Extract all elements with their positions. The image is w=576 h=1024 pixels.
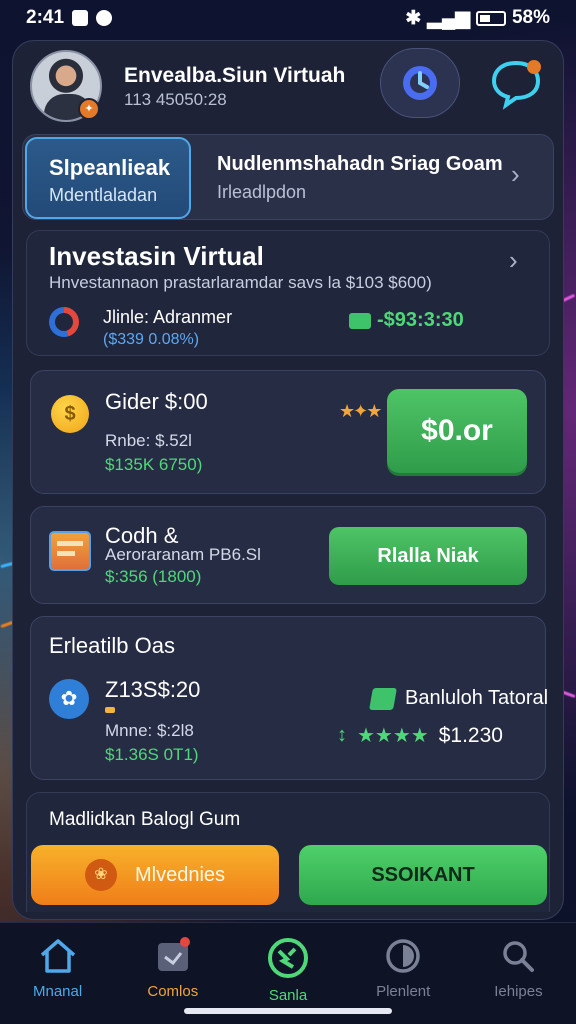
nav-label: Plenlent xyxy=(376,983,431,1000)
cash-description: Aeroraranam PB6.Sl xyxy=(105,545,261,564)
bottom-title: Madlidkan Balogl Gum xyxy=(49,809,241,830)
refresh-icon xyxy=(268,938,308,978)
header: ✦ Envealba.Siun Virtuah 113 45050:28 xyxy=(30,46,548,126)
bluetooth-icon: ✱ xyxy=(405,7,422,29)
nav-label: Iehipes xyxy=(494,983,543,1000)
total-label-text: Banluloh Tatoral xyxy=(405,687,549,709)
summary-value: $1.36S 0T1) xyxy=(105,745,199,764)
tab-bar: Slpeanlieak Mdentlaladan Nudlenmshahadn … xyxy=(22,134,554,220)
timer-icon xyxy=(386,939,420,973)
asset-gain: -$93:3:30 xyxy=(349,309,464,332)
bottom-section: Madlidkan Balogl Gum ❀ Mlvednies SSOIKAN… xyxy=(26,792,550,912)
action-button[interactable]: Rlalla Niak xyxy=(329,527,527,585)
user-name: Envealba.Siun Virtuah xyxy=(124,64,346,87)
cash-value: $:356 (1800) xyxy=(105,567,202,586)
nav-item-search[interactable]: Iehipes xyxy=(461,923,576,1024)
battery-level: 58% xyxy=(511,7,550,28)
tab-active[interactable]: Slpeanlieak Mdentlaladan xyxy=(25,137,191,219)
total-label: Banluloh Tatoral xyxy=(369,687,549,710)
tab-subtitle: Mdentlaladan xyxy=(49,185,158,205)
paw-icon: ❀ xyxy=(84,859,117,891)
summary-amount: Z13S$:20 xyxy=(105,677,201,702)
investment-description: Hnvestannaon prastarlaramdar savs la $10… xyxy=(49,273,432,292)
status-time: 2:41 xyxy=(26,7,65,28)
nav-label: Comlos xyxy=(147,983,199,1000)
summary-title: Erleatilb Oas xyxy=(49,633,175,658)
offer-card: $ Gider $:00 Rnbe: $.52l $135K 6750) ★✦★… xyxy=(30,370,546,494)
search-icon xyxy=(503,941,535,972)
coin-icon: $ xyxy=(51,395,89,433)
tab-secondary[interactable]: Nudlenmshahadn Sriag Goam Irleadlpdon xyxy=(217,153,503,203)
arrow-icon: ↕ xyxy=(337,724,347,746)
history-button[interactable] xyxy=(380,48,460,118)
rating: ↕ ★★★★ $1.230 xyxy=(337,723,503,748)
asset-gain-value: -$93:3:30 xyxy=(377,309,464,331)
summary-card: Erleatilb Oas ✿ Z13S$:20 Mnne: $:2l8 $1.… xyxy=(30,616,549,780)
tab-subtitle: Irleadlpdon xyxy=(217,182,307,202)
crypto-icon: ✿ xyxy=(49,679,89,719)
sparkle-icon: ★✦★ xyxy=(339,401,382,421)
offer-value: $135K 6750) xyxy=(105,455,203,474)
investment-card[interactable]: Investasin Virtual › Hnvestannaon prasta… xyxy=(26,230,550,356)
notification-icon xyxy=(72,10,89,26)
nav-item-home[interactable]: Mnanal xyxy=(0,923,115,1024)
invest-button[interactable]: ❀ Mlvednies xyxy=(31,845,279,905)
chat-icon xyxy=(491,60,541,110)
gem-icon xyxy=(369,687,397,710)
chevron-right-icon[interactable]: › xyxy=(511,159,520,190)
folder-icon xyxy=(49,531,91,571)
save-button[interactable]: SSOIKANT xyxy=(299,845,547,905)
tab-title: Slpeanlieak xyxy=(49,155,171,180)
tab-title: Nudlenmshahadn Sriag Goam xyxy=(217,153,503,175)
badge-icon: ✦ xyxy=(78,98,100,120)
chat-button[interactable] xyxy=(484,48,548,118)
invest-button-label: Mlvednies xyxy=(134,863,226,886)
summary-sub: Mnne: $:2l8 xyxy=(105,721,194,740)
home-icon xyxy=(40,939,75,973)
progress-indicator xyxy=(105,707,115,713)
buy-button[interactable]: $0.or xyxy=(387,389,527,473)
chevron-right-icon[interactable]: › xyxy=(509,245,518,276)
signal-icon: ▂▄▆ xyxy=(427,7,470,29)
nav-label: Sanla xyxy=(268,987,308,1004)
package-icon xyxy=(157,937,190,971)
notification-icon xyxy=(96,10,113,26)
status-bar: 2:41 ✱ ▂▄▆ 58% xyxy=(0,0,576,36)
nav-label: Mnanal xyxy=(33,983,83,1000)
investment-title: Investasin Virtual xyxy=(49,241,264,271)
user-balance: 113 45050:28 xyxy=(124,90,227,109)
cash-card: Codh & Aeroraranam PB6.Sl $:356 (1800) R… xyxy=(30,506,546,604)
battery-icon xyxy=(475,10,506,26)
asset-name: Jlinle: Adranmer xyxy=(103,307,233,327)
pie-chart-icon xyxy=(49,307,79,337)
asset-change: ($339 0.08%) xyxy=(103,331,200,348)
offer-price: Rnbe: $.52l xyxy=(105,431,192,450)
money-icon xyxy=(349,312,371,329)
home-indicator[interactable] xyxy=(184,1008,392,1014)
clock-icon xyxy=(403,66,437,100)
offer-title: Gider $:00 xyxy=(105,389,208,414)
rating-stars: ★★★★ xyxy=(357,725,429,747)
rating-value: $1.230 xyxy=(438,723,503,747)
